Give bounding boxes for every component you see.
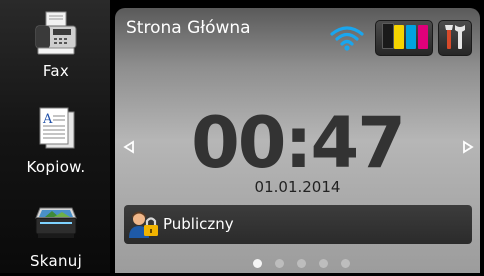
ink-status-button[interactable] — [375, 20, 433, 56]
main-panel: Strona Główna 00:47 01.01.2014 Publiczny — [115, 8, 480, 273]
user-label: Publiczny — [163, 215, 234, 233]
page-title: Strona Główna — [126, 18, 251, 38]
settings-button[interactable] — [438, 20, 472, 56]
clock-date: 01.01.2014 — [254, 178, 341, 196]
ink-level-yellow — [394, 25, 404, 49]
fax-label: Fax — [42, 62, 70, 80]
ink-level-cyan — [406, 25, 416, 49]
wifi-icon[interactable] — [329, 24, 365, 52]
scanner-icon — [32, 200, 80, 248]
page-dot-4[interactable] — [319, 259, 328, 268]
function-sidebar: Fax A Kopiow. Skanuj — [0, 0, 110, 273]
arrow-right-icon — [463, 140, 474, 154]
scan-label: Skanuj — [29, 252, 83, 270]
page-indicator — [245, 259, 355, 271]
copy-label: Kopiow. — [26, 158, 86, 176]
next-screen-button[interactable] — [461, 139, 475, 154]
ink-level-magenta — [418, 25, 428, 49]
tools-icon — [445, 25, 465, 49]
user-status-button[interactable]: Publiczny — [124, 205, 472, 244]
copy-button[interactable]: A Kopiow. — [10, 102, 102, 182]
clock-time: 00:47 — [191, 102, 406, 184]
scan-button[interactable]: Skanuj — [10, 196, 102, 276]
fax-icon — [32, 10, 80, 58]
page-dot-1[interactable] — [253, 259, 262, 268]
public-user-lock-icon — [128, 211, 162, 239]
copy-document-icon: A — [32, 106, 80, 154]
svg-text:A: A — [42, 112, 53, 127]
fax-button[interactable]: Fax — [10, 6, 102, 86]
page-dot-3[interactable] — [297, 259, 306, 268]
ink-level-black — [382, 23, 394, 49]
page-dot-5[interactable] — [341, 259, 350, 268]
printer-home-screen: Fax A Kopiow. Skanuj Strona Główna 00:47… — [0, 0, 484, 273]
page-dot-2[interactable] — [275, 259, 284, 268]
